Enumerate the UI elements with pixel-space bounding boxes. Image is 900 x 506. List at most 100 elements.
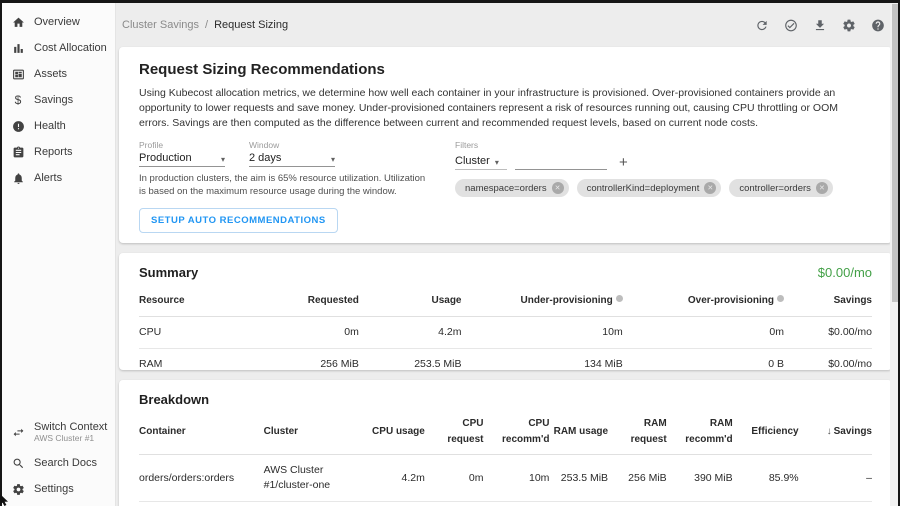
filter-row: Cluster ▾ + xyxy=(455,155,833,170)
table-cell: 10m xyxy=(461,316,622,348)
sidebar-item-label: Savings xyxy=(34,94,73,107)
download-button[interactable] xyxy=(812,17,828,33)
table-cell: orders/orders:orders xyxy=(139,455,264,502)
help-button[interactable] xyxy=(870,17,886,33)
window-select-group: Window 2 days ▾ xyxy=(249,140,335,167)
sidebar-item-assets[interactable]: Assets xyxy=(2,61,115,87)
summary-title: Summary xyxy=(139,265,198,280)
filter-type-select[interactable]: Cluster ▾ xyxy=(455,155,507,170)
dollar-icon: $ xyxy=(11,93,25,107)
health-icon xyxy=(11,119,25,133)
table-row[interactable]: RAM256 MiB253.5 MiB134 MiB0 B$0.00/mo xyxy=(139,348,872,370)
column-header[interactable]: CPU request xyxy=(425,409,484,455)
refresh-button[interactable] xyxy=(754,17,770,33)
column-header: Savings xyxy=(784,286,872,316)
sidebar-item-switch-context[interactable]: Switch ContextAWS Cluster #1 xyxy=(2,415,115,450)
settings-button[interactable] xyxy=(841,17,857,33)
topbar-actions xyxy=(754,17,888,33)
sidebar-item-health[interactable]: Health xyxy=(2,113,115,139)
table-row[interactable]: CPU0m4.2m10m0m$0.00/mo xyxy=(139,316,872,348)
sidebar-item-settings[interactable]: Settings xyxy=(2,476,115,502)
info-icon[interactable] xyxy=(616,295,623,302)
sidebar-item-savings[interactable]: $ Savings xyxy=(2,87,115,113)
column-header: Usage xyxy=(359,286,462,316)
scrollbar-thumb[interactable] xyxy=(892,4,898,302)
filter-chip: controller=orders ✕ xyxy=(729,179,833,197)
home-icon xyxy=(11,15,25,29)
filter-chip-label: controller=orders xyxy=(739,183,811,194)
filters-label: Filters xyxy=(455,140,833,150)
table-cell: 85.9% xyxy=(733,455,799,502)
column-header[interactable]: RAM usage xyxy=(549,409,608,455)
table-cell: 10m xyxy=(483,455,549,502)
sidebar-item-label: Health xyxy=(34,120,66,133)
bar-chart-icon xyxy=(11,41,25,55)
request-sizing-card: Request Sizing Recommendations Using Kub… xyxy=(119,47,892,243)
column-header[interactable]: CPU usage xyxy=(366,409,425,455)
download-icon xyxy=(813,18,827,32)
remove-chip-icon[interactable]: ✕ xyxy=(816,182,828,194)
sidebar-item-reports[interactable]: Reports xyxy=(2,139,115,165)
sidebar-item-label: Overview xyxy=(34,16,80,29)
table-cell: 4.2m xyxy=(366,455,425,502)
column-header: Requested xyxy=(242,286,359,316)
profile-label: Profile xyxy=(139,140,225,150)
profile-window-controls: Profile Production ▾ Window 2 days xyxy=(139,140,439,198)
chevron-down-icon: ▾ xyxy=(331,155,335,164)
breakdown-table: ContainerClusterCPU usageCPU requestCPU … xyxy=(139,409,872,502)
table-cell: 253.5 MiB xyxy=(359,348,462,370)
assets-icon xyxy=(11,67,25,81)
table-cell: 0m xyxy=(623,316,784,348)
profile-select-group: Profile Production ▾ xyxy=(139,140,225,167)
swap-icon xyxy=(11,425,25,439)
table-cell: 253.5 MiB xyxy=(549,455,608,502)
profile-select[interactable]: Production ▾ xyxy=(139,152,225,167)
setup-auto-recommendations-button[interactable]: SETUP AUTO RECOMMENDATIONS xyxy=(139,208,338,233)
remove-chip-icon[interactable]: ✕ xyxy=(704,182,716,194)
summary-table: ResourceRequestedUsageUnder-provisioning… xyxy=(139,286,872,370)
sidebar-item-label: Settings xyxy=(34,483,74,496)
info-icon[interactable] xyxy=(777,295,784,302)
column-header[interactable]: Cluster xyxy=(264,409,367,455)
window-value: 2 days xyxy=(249,152,281,164)
main-content: Cluster Savings / Request Sizing Request… xyxy=(116,3,898,506)
table-cell: CPU xyxy=(139,316,242,348)
column-header[interactable]: ↓Savings xyxy=(799,409,872,455)
sidebar-item-sublabel: AWS Cluster #1 xyxy=(34,434,107,444)
column-header[interactable]: Container xyxy=(139,409,264,455)
table-row[interactable]: orders/orders:ordersAWS Cluster #1/clust… xyxy=(139,455,872,502)
sort-desc-icon: ↓ xyxy=(827,426,832,437)
sidebar-item-search-docs[interactable]: Search Docs xyxy=(2,450,115,476)
column-header[interactable]: RAM recomm'd xyxy=(667,409,733,455)
column-header[interactable]: CPU recomm'd xyxy=(483,409,549,455)
filter-chip: namespace=orders✕ xyxy=(455,179,569,197)
column-header[interactable]: RAM request xyxy=(608,409,667,455)
profile-helper-text: In production clusters, the aim is 65% r… xyxy=(139,173,427,198)
filter-value-input[interactable] xyxy=(515,155,607,170)
column-header: Under-provisioning xyxy=(461,286,622,316)
remove-chip-icon[interactable]: ✕ xyxy=(552,182,564,194)
table-cell: 390 MiB xyxy=(667,455,733,502)
sidebar-item-label: Alerts xyxy=(34,172,62,185)
column-header[interactable]: Efficiency xyxy=(733,409,799,455)
validate-button[interactable] xyxy=(783,17,799,33)
table-cell: 134 MiB xyxy=(461,348,622,370)
help-icon xyxy=(871,18,885,32)
table-cell: 0 B xyxy=(623,348,784,370)
sidebar-item-alerts[interactable]: Alerts xyxy=(2,165,115,191)
filters-section: Filters Cluster ▾ + namespace=orders✕ con… xyxy=(455,140,833,198)
scrollbar[interactable] xyxy=(890,3,898,506)
mouse-cursor xyxy=(0,494,11,506)
sidebar-item-label: Search Docs xyxy=(34,457,97,470)
topbar: Cluster Savings / Request Sizing xyxy=(119,3,892,47)
table-cell: 0m xyxy=(242,316,359,348)
add-filter-button[interactable]: + xyxy=(619,156,628,170)
window-select[interactable]: 2 days ▾ xyxy=(249,152,335,167)
breakdown-card: Breakdown ContainerClusterCPU usageCPU r… xyxy=(119,380,892,506)
sidebar-item-overview[interactable]: Overview xyxy=(2,9,115,35)
sidebar-item-cost-allocation[interactable]: Cost Allocation xyxy=(2,35,115,61)
breadcrumb-current: Request Sizing xyxy=(214,19,288,31)
breadcrumb-parent[interactable]: Cluster Savings xyxy=(122,19,199,31)
table-cell: 256 MiB xyxy=(242,348,359,370)
sidebar-footer: Switch ContextAWS Cluster #1 Search Docs S… xyxy=(2,415,115,502)
